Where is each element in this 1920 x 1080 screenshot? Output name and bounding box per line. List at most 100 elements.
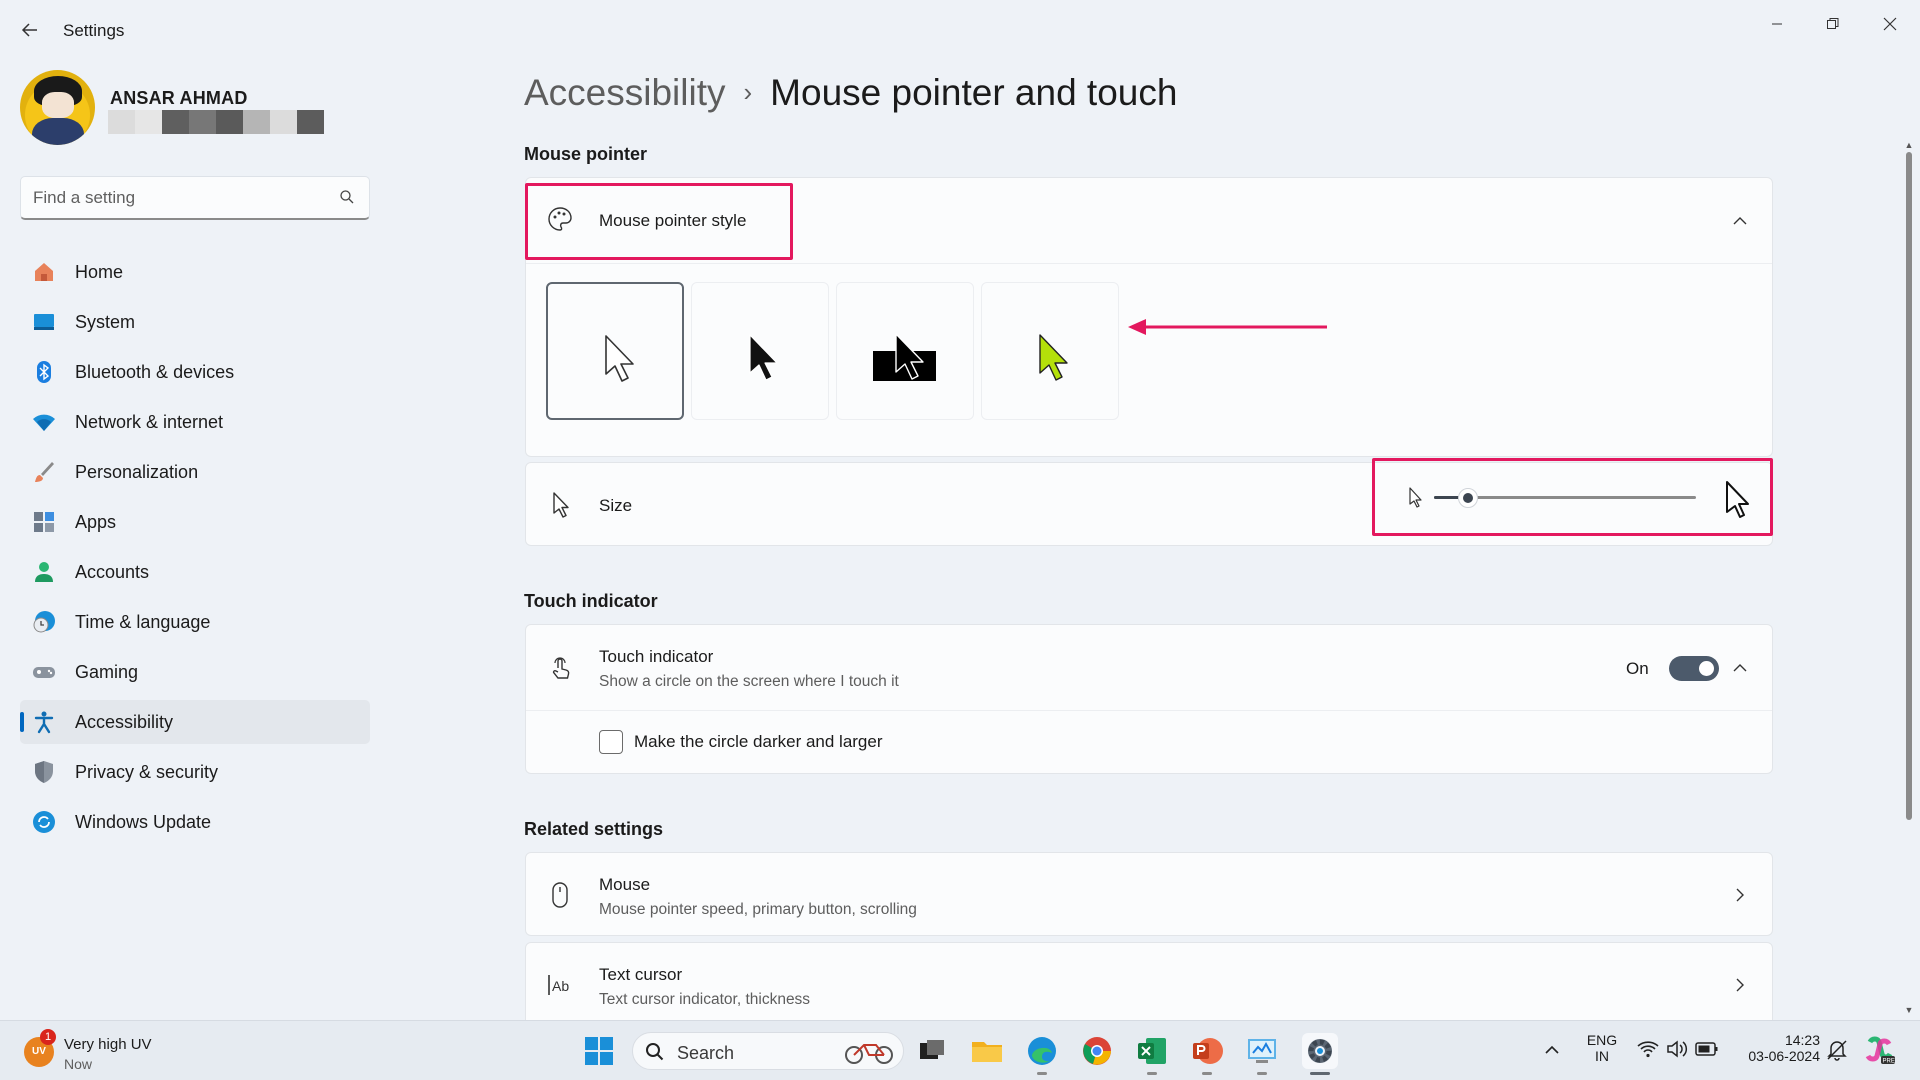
sidebar-item-label: Apps — [75, 512, 117, 532]
redaction-block — [270, 110, 297, 134]
language-indicator[interactable]: ENG IN — [1582, 1032, 1622, 1064]
related-item-subtitle: Text cursor indicator, thickness — [599, 991, 811, 1008]
user-email-redacted — [108, 110, 324, 134]
wifi-icon[interactable] — [1637, 1039, 1659, 1059]
sidebar-item-windows-update[interactable]: Windows Update — [20, 800, 370, 844]
sidebar-item-network[interactable]: Network & internet — [20, 400, 370, 444]
search-input[interactable] — [33, 186, 333, 210]
section-title-related-settings: Related settings — [524, 819, 664, 839]
scroll-down-arrow-icon[interactable]: ▼ — [1903, 1005, 1915, 1015]
related-item-title: Text cursor — [599, 965, 683, 984]
darker-circle-checkbox[interactable] — [599, 730, 623, 754]
touch-indicator-header[interactable]: Touch indicator Show a circle on the scr… — [526, 625, 1772, 711]
related-item-mouse[interactable]: Mouse Mouse pointer speed, primary butto… — [525, 852, 1773, 936]
mouse-icon — [552, 882, 568, 908]
language-line2: IN — [1595, 1048, 1609, 1064]
close-button[interactable] — [1867, 6, 1913, 42]
search-box[interactable] — [20, 176, 370, 220]
touch-indicator-title: Touch indicator — [599, 647, 714, 666]
taskbar-search[interactable]: Search — [632, 1032, 904, 1070]
scrollbar-thumb[interactable] — [1906, 152, 1912, 820]
show-hidden-icons-chevron-icon[interactable] — [1543, 1043, 1561, 1057]
chevron-up-icon[interactable] — [1730, 211, 1750, 231]
sidebar-item-system[interactable]: System — [20, 300, 370, 344]
sidebar-item-label: Windows Update — [75, 812, 212, 832]
sidebar-item-gaming[interactable]: Gaming — [20, 650, 370, 694]
search-icon — [646, 1043, 664, 1061]
update-icon — [33, 811, 55, 833]
restore-button[interactable] — [1810, 6, 1856, 42]
taskbar-settings[interactable] — [1302, 1033, 1338, 1075]
sidebar-item-home[interactable]: Home — [20, 250, 370, 294]
redaction-block — [243, 110, 270, 134]
back-arrow-icon[interactable] — [14, 14, 46, 46]
copilot-icon[interactable]: PRE — [1864, 1034, 1896, 1066]
notification-bell-icon[interactable] — [1826, 1039, 1848, 1061]
sidebar-item-label: Network & internet — [75, 412, 224, 432]
gear-icon — [1308, 1039, 1332, 1063]
clock[interactable]: 14:23 03-06-2024 — [1728, 1032, 1820, 1064]
pointer-size-slider[interactable] — [1434, 483, 1696, 513]
battery-icon[interactable] — [1695, 1041, 1719, 1057]
chevron-right-icon — [1736, 978, 1744, 992]
touch-indicator-toggle[interactable] — [1669, 656, 1719, 681]
taskbar-edge[interactable] — [1024, 1033, 1060, 1075]
running-indicator — [1037, 1072, 1047, 1075]
sidebar-item-label: Home — [75, 262, 124, 282]
taskbar-file-explorer[interactable] — [969, 1033, 1005, 1069]
sidebar-item-accounts[interactable]: Accounts — [20, 550, 370, 594]
scroll-up-arrow-icon[interactable]: ▲ — [1903, 140, 1915, 150]
black-pointer-icon — [749, 334, 778, 381]
clock-date: 03-06-2024 — [1748, 1048, 1820, 1064]
pointer-style-white[interactable] — [546, 282, 684, 420]
pointer-style-black[interactable] — [691, 282, 829, 420]
start-button[interactable] — [581, 1033, 617, 1069]
volume-icon[interactable] — [1666, 1039, 1688, 1059]
touch-indicator-card: Touch indicator Show a circle on the scr… — [525, 624, 1773, 774]
sidebar-item-personalization[interactable]: Personalization — [20, 450, 370, 494]
edge-icon — [1028, 1037, 1056, 1065]
pointer-size-label: Size — [599, 496, 633, 515]
app-title: Settings — [63, 21, 125, 40]
white-pointer-icon — [605, 335, 634, 382]
breadcrumb-parent[interactable]: Accessibility — [524, 72, 726, 113]
pointer-style-inverted[interactable] — [836, 282, 974, 420]
taskbar-chrome[interactable] — [1079, 1033, 1115, 1069]
sidebar-item-bluetooth[interactable]: Bluetooth & devices — [20, 350, 370, 394]
sidebar-item-label: Privacy & security — [75, 762, 219, 782]
pointer-size-card: Size — [525, 462, 1773, 546]
pointer-style-custom[interactable] — [981, 282, 1119, 420]
weather-widget[interactable]: UV 1 Very high UV Now — [14, 1027, 214, 1075]
touch-indicator-subtitle: Show a circle on the screen where I touc… — [599, 673, 899, 690]
sidebar-item-label: Gaming — [75, 662, 139, 682]
toggle-state-label: On — [1626, 659, 1649, 678]
sidebar-item-label: Bluetooth & devices — [75, 362, 235, 382]
mouse-pointer-style-header[interactable]: Mouse pointer style — [526, 178, 1772, 264]
minimize-button[interactable] — [1754, 6, 1800, 42]
related-item-text-cursor[interactable]: Ab Text cursor Text cursor indicator, th… — [525, 942, 1773, 1026]
sidebar-item-privacy[interactable]: Privacy & security — [20, 750, 370, 794]
custom-color-pointer-icon — [1039, 334, 1068, 381]
person-icon — [35, 562, 53, 582]
windows-logo-icon — [585, 1037, 613, 1065]
taskbar-excel[interactable] — [1134, 1033, 1170, 1075]
touch-icon — [552, 657, 570, 679]
taskbar-powerpoint[interactable] — [1189, 1033, 1225, 1075]
breadcrumb: Accessibility › Mouse pointer and touch — [524, 72, 1177, 114]
bicycle-icon — [845, 1044, 893, 1064]
home-icon — [35, 263, 53, 281]
search-icon[interactable] — [339, 189, 355, 205]
powerpoint-icon — [1193, 1038, 1223, 1064]
sidebar-item-time-language[interactable]: Time & language — [20, 600, 370, 644]
notification-badge: 1 — [40, 1029, 56, 1045]
sidebar-item-accessibility[interactable]: Accessibility — [20, 700, 370, 744]
task-view-button[interactable] — [914, 1033, 950, 1069]
chevron-up-icon[interactable] — [1730, 658, 1750, 678]
taskbar-control-panel[interactable] — [1244, 1033, 1280, 1075]
slider-thumb[interactable] — [1458, 488, 1479, 508]
folder-icon — [972, 1042, 1002, 1062]
related-item-subtitle: Mouse pointer speed, primary button, scr… — [599, 901, 917, 918]
bluetooth-icon — [37, 361, 51, 383]
sidebar-item-apps[interactable]: Apps — [20, 500, 370, 544]
breadcrumb-separator: › — [743, 77, 753, 107]
